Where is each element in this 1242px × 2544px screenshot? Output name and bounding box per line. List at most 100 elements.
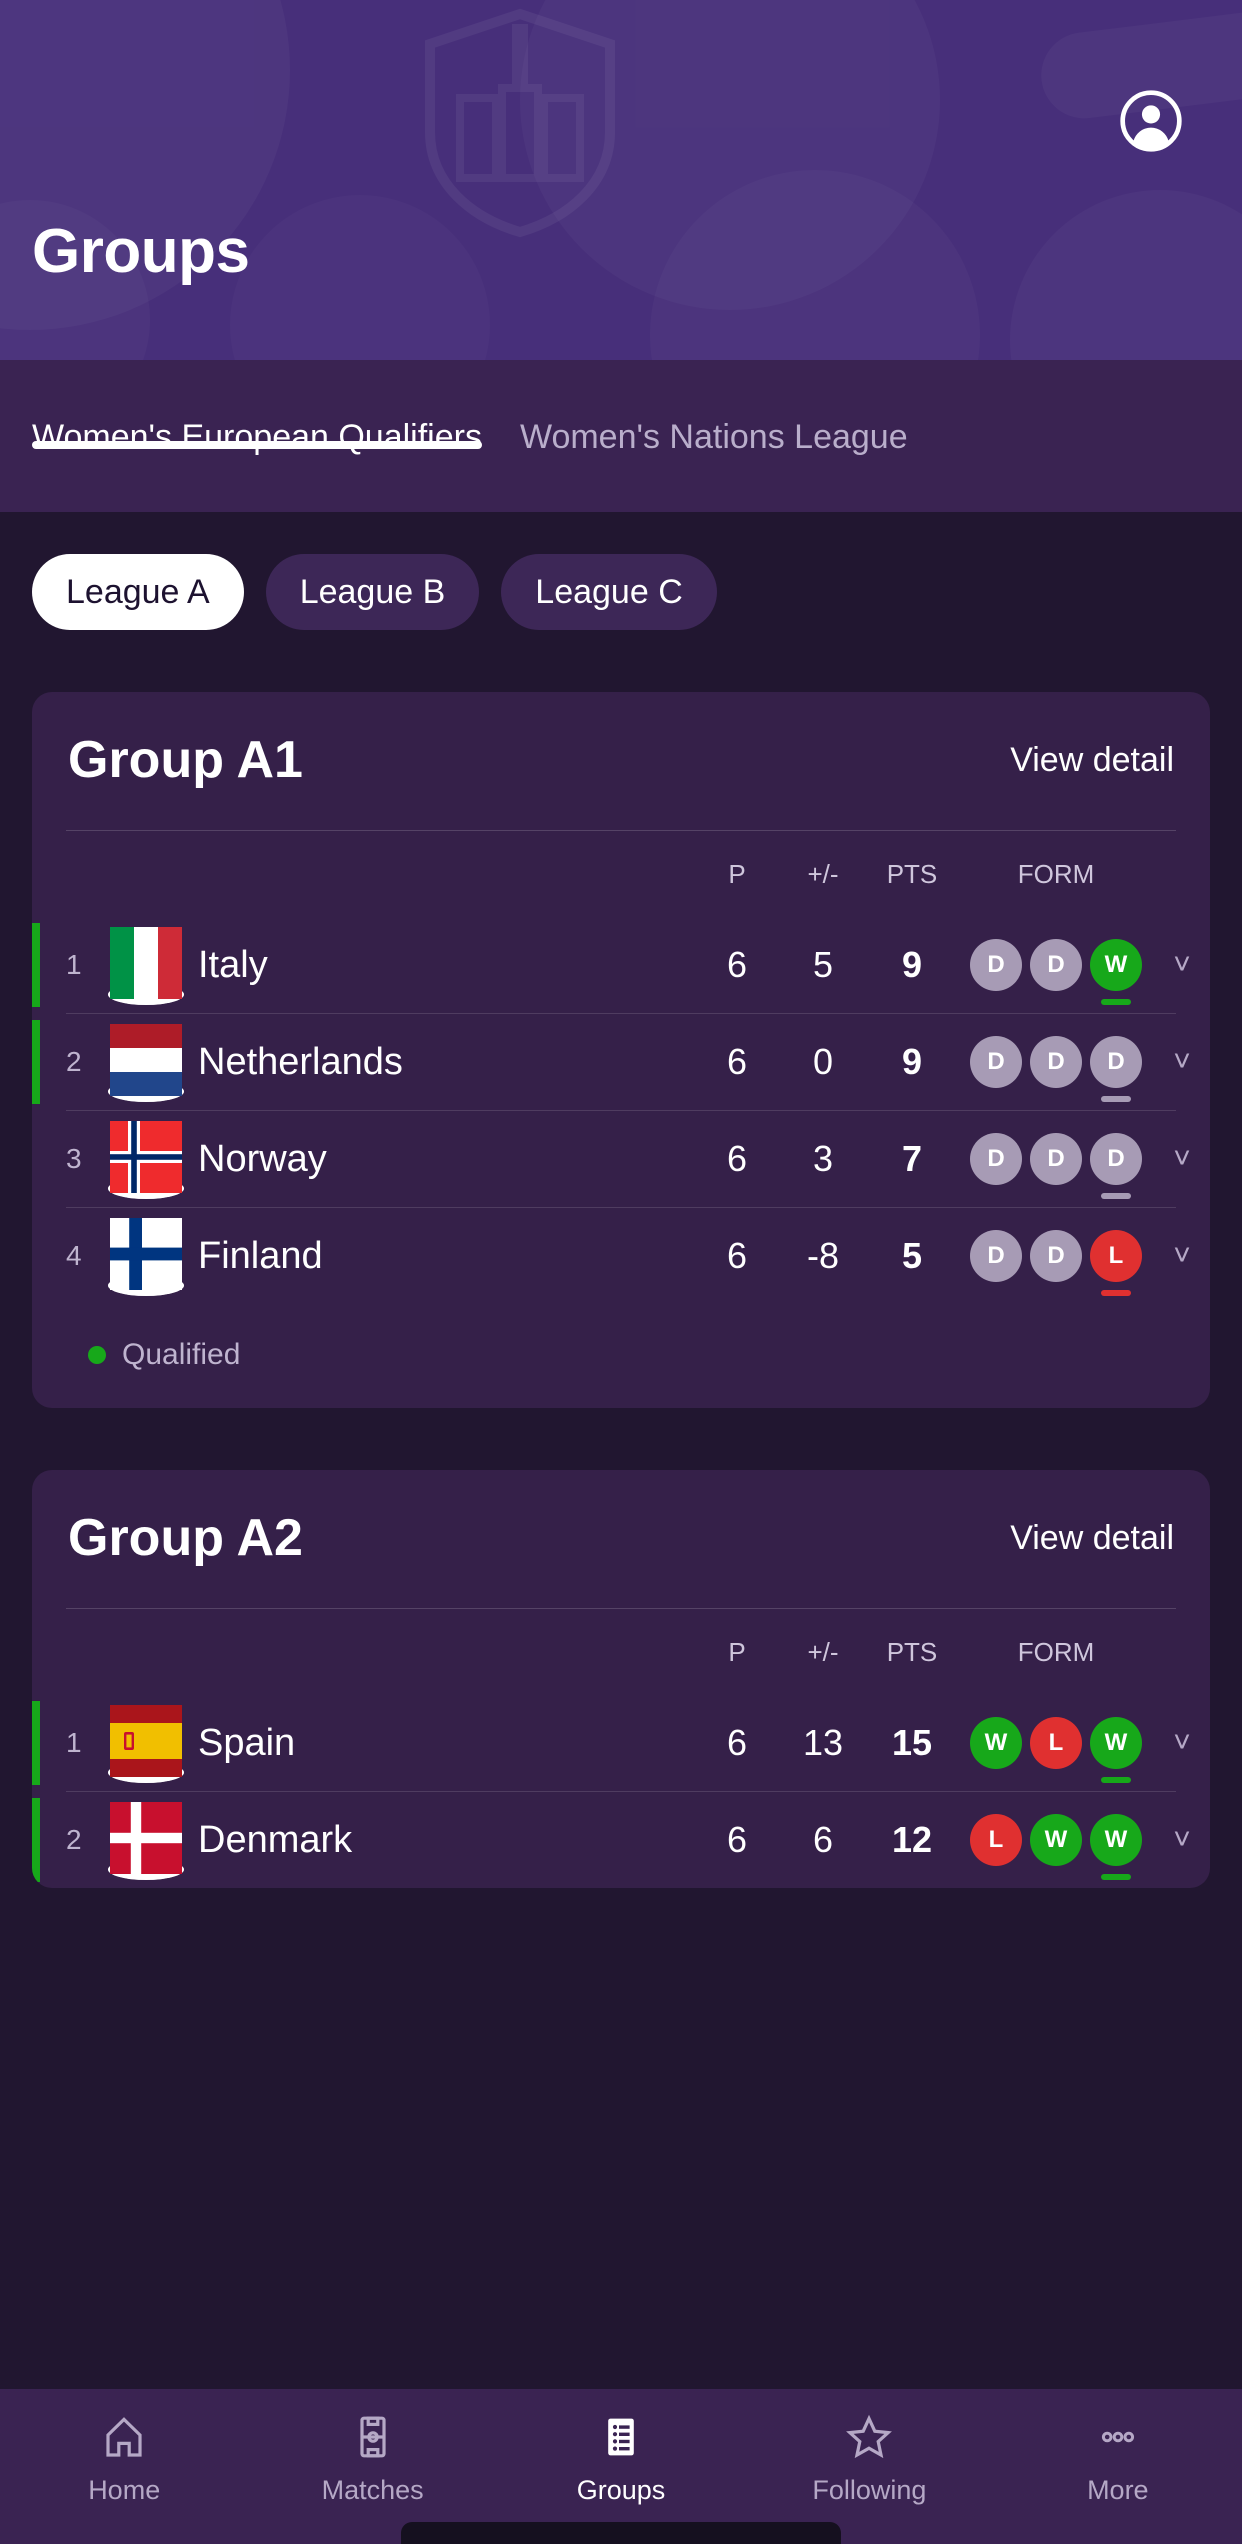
view-detail-link[interactable]: View detail — [1010, 1519, 1174, 1558]
stat-points: 7 — [901, 1138, 923, 1179]
column-header-points: PTS — [886, 1636, 938, 1667]
last-result-underline — [1101, 1874, 1131, 1880]
last-result-underline — [1101, 1096, 1131, 1102]
form-result-W: W — [1090, 1717, 1142, 1769]
last-result-underline — [1101, 1290, 1131, 1296]
column-header-form: FORM — [1017, 858, 1095, 889]
stat-goal-difference: -8 — [806, 1235, 839, 1276]
chevron-down-icon[interactable]: ˅ — [1154, 950, 1210, 980]
view-detail-link[interactable]: View detail — [1010, 741, 1174, 780]
stat-goal-difference: 3 — [812, 1138, 834, 1179]
form-badge: L — [1090, 1230, 1142, 1296]
form-result-D: D — [1030, 1133, 1082, 1185]
column-header-points: PTS — [886, 858, 938, 889]
stat-points: 5 — [901, 1235, 923, 1276]
stat-goal-difference: 6 — [812, 1819, 834, 1860]
chevron-down-icon[interactable]: ˅ — [1154, 1825, 1210, 1855]
form-result-D: D — [1030, 939, 1082, 991]
chip-label: League A — [66, 572, 210, 611]
stat-points: 12 — [891, 1819, 933, 1860]
team-name: Spain — [198, 1721, 296, 1764]
form-cell: D D W — [958, 939, 1154, 1005]
stat-played: 6 — [726, 1819, 748, 1860]
scroll-area[interactable]: League A League B League C Group A1 View… — [0, 0, 1242, 2389]
star-icon — [845, 2411, 893, 2463]
form-badge: D — [1090, 1133, 1142, 1199]
nav-item-matches[interactable]: Matches — [248, 2411, 496, 2506]
group-card-header: Group A1 View detail — [32, 692, 1210, 830]
table-row[interactable]: 1 Italy 6 5 9 D D W ˅ — [32, 917, 1210, 1013]
column-header-goal-difference: +/- — [807, 1636, 839, 1667]
stat-points: 9 — [901, 944, 923, 985]
stat-goal-difference: 13 — [802, 1722, 844, 1763]
form-badge: L — [970, 1814, 1022, 1866]
column-header-goal-difference: +/- — [807, 858, 839, 889]
chevron-down-icon[interactable]: ˅ — [1154, 1728, 1210, 1758]
form-cell: D D D — [958, 1036, 1154, 1102]
form-badge: W — [1090, 1717, 1142, 1783]
form-badge: L — [1030, 1717, 1082, 1769]
qualified-indicator-bar — [32, 1020, 40, 1104]
form-result-D: D — [1090, 1036, 1142, 1088]
form-badge: W — [1030, 1814, 1082, 1866]
stat-goal-difference: 0 — [812, 1041, 834, 1082]
form-badge: D — [1030, 939, 1082, 991]
table-row[interactable]: 2 Denmark 6 6 12 L W W ˅ — [32, 1792, 1210, 1888]
qualified-indicator-bar — [32, 1701, 40, 1785]
nav-item-groups[interactable]: Groups — [497, 2411, 745, 2506]
stat-played: 6 — [726, 1235, 748, 1276]
team-flag-netherlands — [108, 1023, 184, 1102]
team-flag-italy — [108, 926, 184, 1005]
nav-label: Matches — [321, 2475, 424, 2505]
nav-label: Home — [88, 2475, 161, 2505]
form-badge: D — [970, 939, 1022, 991]
chevron-down-icon[interactable]: ˅ — [1154, 1241, 1210, 1271]
list-icon — [597, 2411, 645, 2463]
nav-label: More — [1087, 2475, 1149, 2505]
chevron-down-icon[interactable]: ˅ — [1154, 1047, 1210, 1077]
stat-points: 9 — [901, 1041, 923, 1082]
form-result-D: D — [970, 1036, 1022, 1088]
nav-item-home[interactable]: Home — [0, 2411, 248, 2506]
table-row[interactable]: 1 Spain 6 13 15 W L W ˅ — [32, 1695, 1210, 1791]
table-row[interactable]: 4 Finland 6 -8 5 D D L ˅ — [32, 1208, 1210, 1304]
column-header-played: P — [728, 858, 746, 889]
row-rank: 3 — [66, 1143, 82, 1174]
chip-label: League C — [535, 572, 683, 611]
team-name: Italy — [198, 943, 268, 986]
nav-item-more[interactable]: More — [994, 2411, 1242, 2506]
league-chip-b[interactable]: League B — [265, 554, 480, 630]
form-result-L: L — [970, 1814, 1022, 1866]
form-badge: D — [970, 1230, 1022, 1282]
form-badge: W — [1090, 939, 1142, 1005]
form-result-W: W — [970, 1717, 1022, 1769]
pitch-icon — [349, 2411, 397, 2463]
form-result-D: D — [1030, 1036, 1082, 1088]
page-title: Groups — [32, 217, 250, 286]
chevron-down-icon[interactable]: ˅ — [1154, 1144, 1210, 1174]
qualified-dot-icon — [88, 1346, 106, 1364]
group-cards-list: Group A1 View detail P +/- PTS FORM 1 It… — [0, 692, 1242, 1888]
nav-item-following[interactable]: Following — [745, 2411, 993, 2506]
form-badge: D — [1090, 1036, 1142, 1102]
form-badge: D — [1030, 1133, 1082, 1185]
team-flag-finland — [108, 1217, 184, 1296]
form-badge: D — [970, 1133, 1022, 1185]
form-result-W: W — [1090, 939, 1142, 991]
form-result-W: W — [1090, 1814, 1142, 1866]
home-icon — [100, 2411, 148, 2463]
form-badge: W — [1090, 1814, 1142, 1880]
league-chip-c[interactable]: League C — [501, 554, 717, 630]
team-name: Netherlands — [198, 1040, 403, 1083]
last-result-underline — [1101, 1777, 1131, 1783]
league-chip-a[interactable]: League A — [32, 554, 244, 630]
group-title: Group A2 — [68, 1509, 303, 1567]
account-circle-icon[interactable] — [1118, 88, 1184, 154]
table-row[interactable]: 2 Netherlands 6 0 9 D D D ˅ — [32, 1014, 1210, 1110]
table-row[interactable]: 3 Norway 6 3 7 D D D ˅ — [32, 1111, 1210, 1207]
form-result-D: D — [970, 1230, 1022, 1282]
table-column-headers: P +/- PTS FORM — [32, 831, 1210, 917]
nav-label: Following — [812, 2475, 927, 2505]
group-title: Group A1 — [68, 731, 303, 789]
table-column-headers: P +/- PTS FORM — [32, 1609, 1210, 1695]
